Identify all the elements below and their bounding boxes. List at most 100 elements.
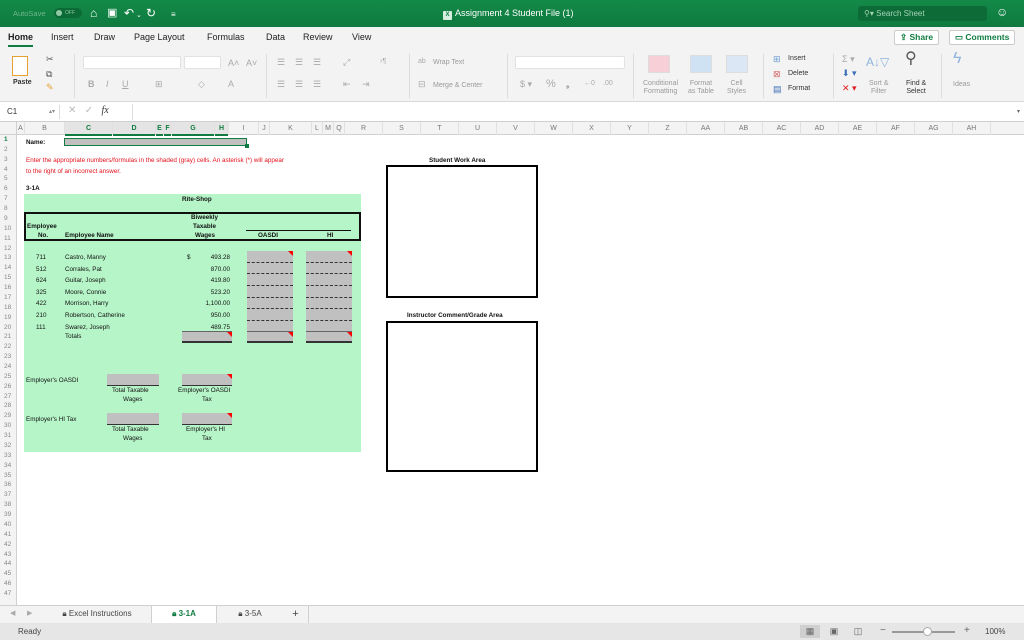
column-header-ah[interactable]: AH (953, 122, 991, 135)
row-header-39[interactable]: 39 (0, 511, 16, 518)
zoom-slider-handle[interactable] (923, 627, 932, 636)
row-header-22[interactable]: 22 (0, 343, 16, 350)
redo-icon[interactable]: ↻ (146, 6, 156, 20)
home-icon[interactable]: ⌂ (90, 6, 97, 20)
align-top-icon[interactable]: ☰ (277, 57, 285, 67)
column-header-q[interactable]: Q (334, 122, 345, 135)
column-header-t[interactable]: T (421, 122, 459, 135)
format-painter-icon[interactable]: ✎ (46, 82, 54, 92)
column-header-ac[interactable]: AC (763, 122, 801, 135)
expand-formula-icon[interactable]: ▾ (1017, 108, 1020, 115)
row-header-10[interactable]: 10 (0, 225, 16, 232)
row-header-40[interactable]: 40 (0, 521, 16, 528)
column-header-e[interactable]: E (156, 122, 164, 136)
tab-home[interactable]: Home (8, 32, 34, 47)
row-header-5[interactable]: 5 (0, 175, 16, 182)
paste-button[interactable]: Paste (13, 79, 32, 86)
row-header-32[interactable]: 32 (0, 442, 16, 449)
conditional-formatting-button[interactable]: Conditional Formatting (643, 80, 678, 96)
zoom-out-button[interactable]: − (880, 625, 886, 636)
tab-view[interactable]: View (352, 32, 371, 42)
column-header-i[interactable]: I (229, 122, 259, 135)
row-header-8[interactable]: 8 (0, 205, 16, 212)
column-header-y[interactable]: Y (611, 122, 649, 135)
column-header-x[interactable]: X (573, 122, 611, 135)
formula-input[interactable] (132, 104, 1012, 120)
column-header-g[interactable]: G (172, 122, 215, 136)
row-header-31[interactable]: 31 (0, 432, 16, 439)
comments-button[interactable]: ▭ Comments (949, 30, 1016, 45)
cell-styles-button[interactable]: Cell Styles (727, 80, 746, 96)
tab-draw[interactable]: Draw (94, 32, 115, 42)
column-header-m[interactable]: M (323, 122, 334, 135)
find-select-button[interactable]: Find & Select (906, 80, 926, 96)
row-header-24[interactable]: 24 (0, 363, 16, 370)
row-header-26[interactable]: 26 (0, 383, 16, 390)
row-header-28[interactable]: 28 (0, 402, 16, 409)
total-hi-cell[interactable] (306, 331, 352, 343)
column-header-aa[interactable]: AA (687, 122, 725, 135)
normal-view-icon[interactable]: ▦ (800, 625, 820, 638)
orientation-icon[interactable]: ⤢ (343, 57, 350, 67)
row-header-16[interactable]: 16 (0, 284, 16, 291)
align-right-icon[interactable]: ☰ (313, 79, 321, 89)
comma-style-icon[interactable]: ❟ (566, 79, 570, 89)
sheet-tab-excel-instructions[interactable]: 🔒︎ Excel Instructions (44, 606, 150, 624)
row-header-44[interactable]: 44 (0, 560, 16, 567)
currency-icon[interactable]: $ ▾ (520, 79, 532, 89)
row-header-37[interactable]: 37 (0, 491, 16, 498)
column-header-h[interactable]: H (215, 122, 229, 136)
row-header-7[interactable]: 7 (0, 195, 16, 202)
row-header-21[interactable]: 21 (0, 333, 16, 340)
row-header-43[interactable]: 43 (0, 551, 16, 558)
tab-review[interactable]: Review (303, 32, 333, 42)
undo-dropdown-icon[interactable]: ⌄ (136, 9, 142, 23)
column-header-u[interactable]: U (459, 122, 497, 135)
share-button[interactable]: ⇪ Share (894, 30, 940, 45)
column-header-v[interactable]: V (497, 122, 535, 135)
row-header-9[interactable]: 9 (0, 215, 16, 222)
column-header-l[interactable]: L (312, 122, 323, 135)
row-header-12[interactable]: 12 (0, 245, 16, 252)
row-header-11[interactable]: 11 (0, 235, 16, 242)
employer-hi-tax-cell[interactable] (182, 413, 232, 425)
row-header-27[interactable]: 27 (0, 393, 16, 400)
column-header-d[interactable]: D (113, 122, 156, 136)
name-input-cell[interactable] (64, 138, 247, 146)
fx-icon[interactable]: fx (101, 105, 108, 116)
row-header-1[interactable]: 1 (0, 136, 16, 143)
column-header-ad[interactable]: AD (801, 122, 839, 135)
format-cells-button[interactable]: Format (788, 85, 810, 92)
oasdi-total-taxable-wages-cell[interactable] (107, 374, 159, 386)
clear-icon[interactable]: ✕ ▾ (842, 83, 857, 93)
number-format-select[interactable] (515, 56, 625, 69)
worksheet-grid[interactable]: Name: Enter the appropriate numbers/form… (17, 135, 1024, 605)
italic-icon[interactable]: I (106, 79, 109, 89)
column-header-j[interactable]: J (259, 122, 270, 135)
total-oasdi-cell[interactable] (247, 331, 293, 343)
bold-icon[interactable]: B (88, 79, 95, 89)
row-header-30[interactable]: 30 (0, 422, 16, 429)
percent-icon[interactable]: % (546, 79, 556, 90)
enter-icon[interactable]: ✓ (85, 105, 93, 116)
fill-handle[interactable] (245, 144, 249, 148)
row-header-45[interactable]: 45 (0, 570, 16, 577)
row-header-25[interactable]: 25 (0, 373, 16, 380)
cancel-icon[interactable]: ✕ (68, 105, 76, 116)
tab-insert[interactable]: Insert (51, 32, 74, 42)
row-header-13[interactable]: 13 (0, 254, 16, 261)
align-left-icon[interactable]: ☰ (277, 79, 285, 89)
column-header-b[interactable]: B (25, 122, 65, 135)
increase-font-icon[interactable]: A˄ (228, 58, 239, 68)
underline-icon[interactable]: U (122, 79, 129, 89)
autosum-icon[interactable]: Σ ▾ (842, 54, 855, 64)
decrease-indent-icon[interactable]: ⇤ (343, 79, 351, 89)
name-box[interactable]: C1 ▴▾ (2, 105, 60, 119)
scroll-tabs-right-icon[interactable]: ▶ (27, 609, 32, 617)
row-header-33[interactable]: 33 (0, 452, 16, 459)
search-sheet-input[interactable]: ⚲▾ Search Sheet (858, 6, 987, 21)
paste-icon[interactable] (12, 56, 28, 76)
tab-data[interactable]: Data (266, 32, 285, 42)
borders-icon[interactable]: ⊞ (155, 79, 163, 89)
column-header-a[interactable]: A (17, 122, 25, 135)
